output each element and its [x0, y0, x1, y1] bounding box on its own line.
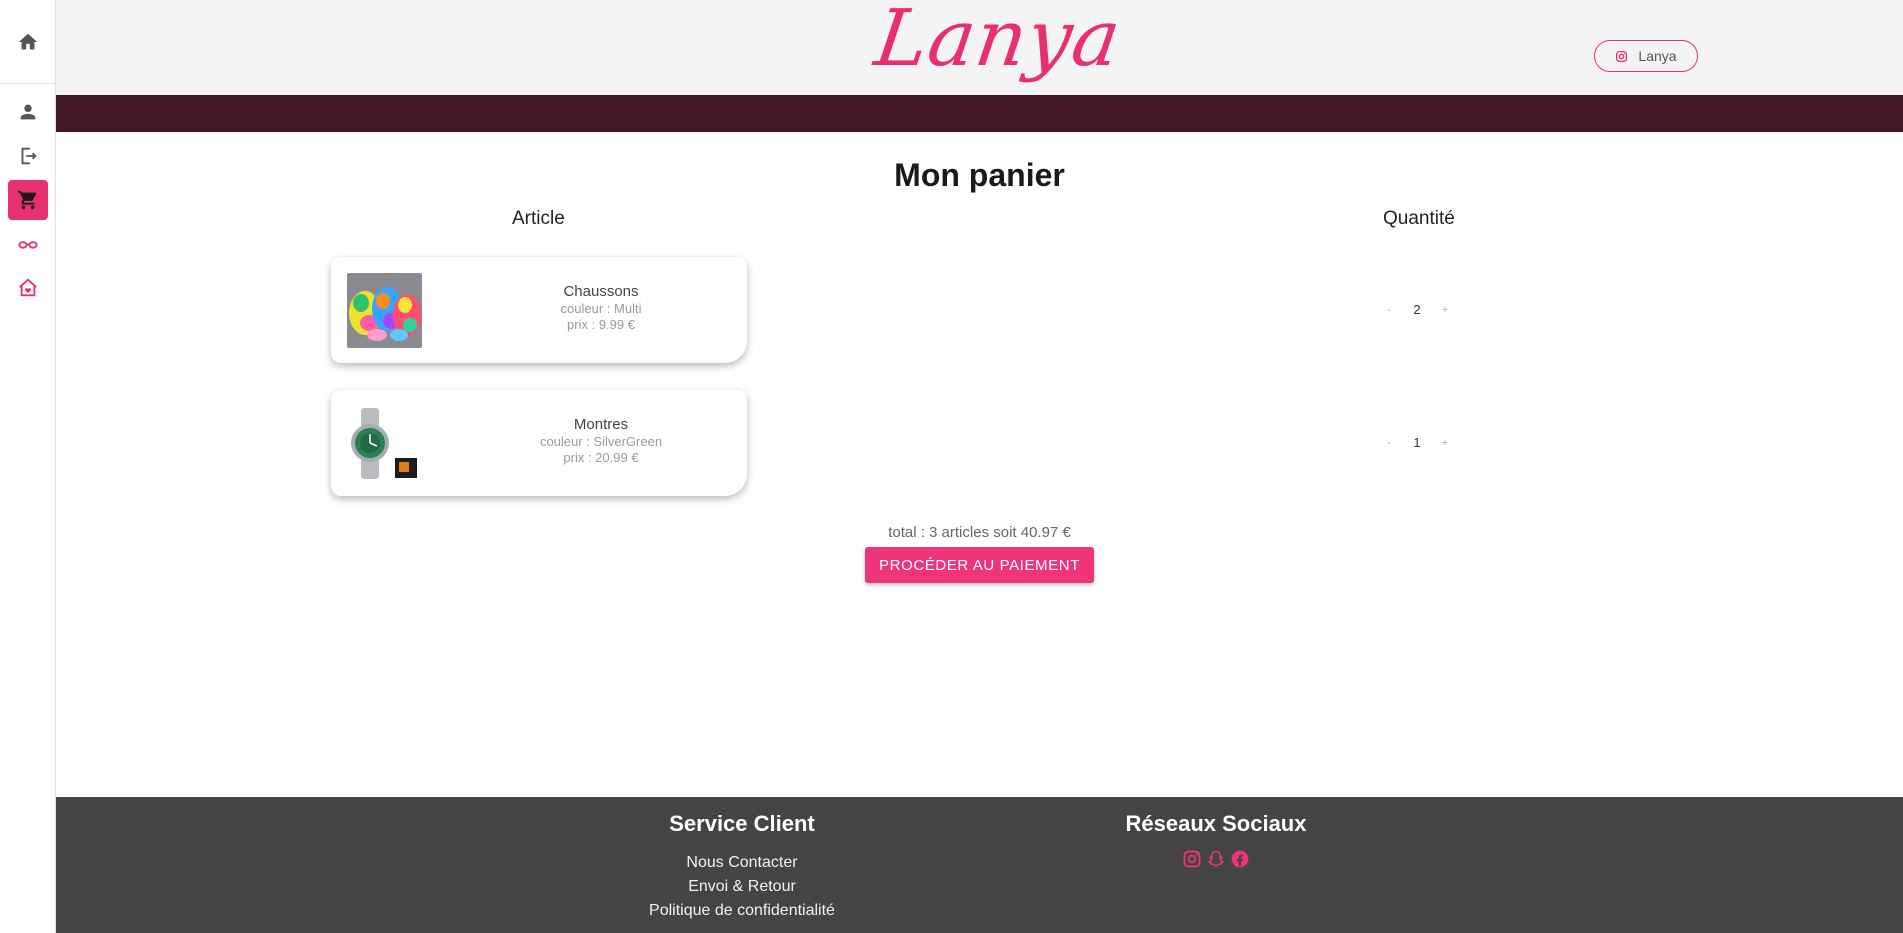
- instagram-link[interactable]: Lanya: [1594, 40, 1698, 72]
- cart-item-name[interactable]: Chaussons: [526, 283, 676, 301]
- cart-item-details: Chaussons couleur : Multi prix : 9.99 €: [526, 283, 676, 333]
- sidebar-item-account[interactable]: [8, 92, 48, 132]
- instagram-link-label: Lanya: [1638, 48, 1677, 64]
- watch-image: [347, 406, 422, 481]
- quantity-stepper: - 1 +: [1382, 435, 1452, 450]
- site-header: Lanya Lanya: [56, 0, 1903, 95]
- home-icon: [18, 33, 37, 49]
- instagram-icon: [1616, 50, 1628, 62]
- sidebar-home[interactable]: [0, 0, 55, 84]
- cart-item-name[interactable]: Montres: [526, 416, 676, 434]
- cart-item-color: couleur : Multi: [560, 301, 642, 316]
- column-header-article: Article: [512, 208, 565, 229]
- decrease-quantity-button[interactable]: -: [1382, 304, 1396, 316]
- contact-link[interactable]: Nous Contacter: [582, 851, 902, 875]
- sidebar-item-home-heart[interactable]: [8, 268, 48, 308]
- user-icon: [20, 104, 36, 120]
- header-band: [56, 95, 1903, 132]
- sidebar-item-glasses[interactable]: [8, 224, 48, 264]
- cart-item-price: prix : 20.99 €: [563, 450, 639, 465]
- column-header-quantity: Quantité: [1383, 208, 1455, 229]
- cart-item: Montres couleur : SilverGreen prix : 20.…: [331, 390, 747, 496]
- site-footer: Service Client Nous Contacter Envoi & Re…: [56, 797, 1903, 933]
- footer-service-title: Service Client: [669, 811, 815, 836]
- product-image-watch[interactable]: [347, 406, 422, 481]
- cart-item-price: prix : 9.99 €: [567, 317, 635, 332]
- site-logo[interactable]: Lanya: [870, 0, 1127, 84]
- glasses-icon: [18, 241, 38, 249]
- increase-quantity-button[interactable]: +: [1438, 304, 1452, 316]
- page-title: Mon panier: [894, 157, 1065, 193]
- footer-social-title: Réseaux Sociaux: [1125, 811, 1307, 836]
- increase-quantity-button[interactable]: +: [1438, 437, 1452, 449]
- snapchat-icon[interactable]: [1206, 849, 1226, 869]
- house-heart-icon: [19, 278, 37, 297]
- footer-social: Réseaux Sociaux: [1056, 811, 1376, 869]
- decrease-quantity-button[interactable]: -: [1382, 437, 1396, 449]
- footer-customer-service: Service Client Nous Contacter Envoi & Re…: [582, 811, 902, 923]
- product-image-slippers[interactable]: [347, 273, 422, 348]
- cart-total: total : 3 articles soit 40.97 €: [888, 524, 1071, 541]
- slippers-image: [347, 273, 422, 348]
- cart-item-details: Montres couleur : SilverGreen prix : 20.…: [526, 416, 676, 466]
- quantity-stepper: - 2 +: [1382, 302, 1452, 317]
- sidebar: [0, 0, 56, 933]
- cart-item: Chaussons couleur : Multi prix : 9.99 €: [331, 257, 747, 363]
- checkout-button[interactable]: PROCÉDER AU PAIEMENT: [865, 547, 1094, 583]
- quantity-value: 2: [1413, 302, 1421, 317]
- privacy-policy-link[interactable]: Politique de confidentialité: [582, 899, 902, 923]
- cart-item-color: couleur : SilverGreen: [539, 434, 663, 449]
- facebook-icon[interactable]: [1230, 849, 1250, 869]
- quantity-value: 1: [1413, 435, 1421, 450]
- instagram-icon[interactable]: [1182, 849, 1202, 869]
- social-icons: [1056, 849, 1376, 869]
- shipping-returns-link[interactable]: Envoi & Retour: [582, 875, 902, 899]
